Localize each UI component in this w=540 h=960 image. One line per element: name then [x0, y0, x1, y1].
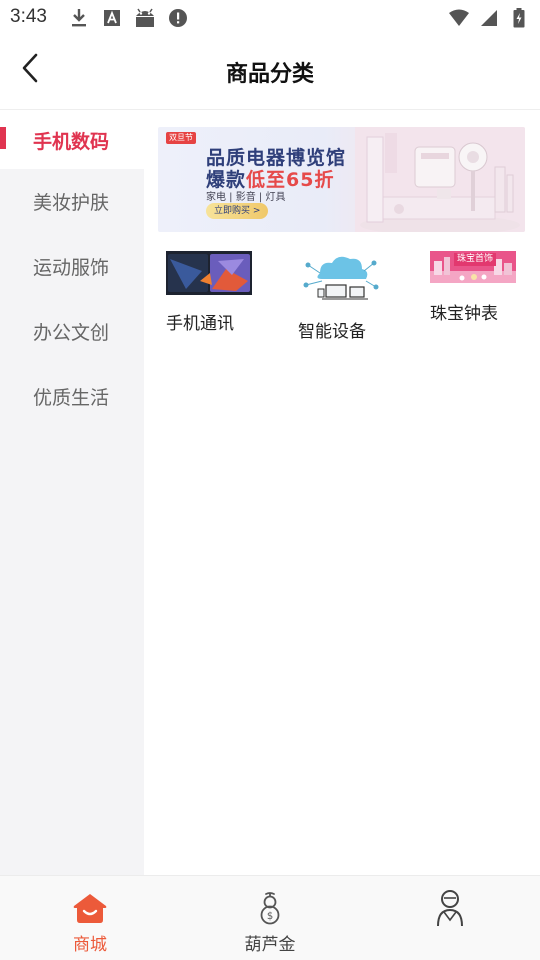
promo-banner[interactable]: 双旦节 品质电器博览馆 爆款低至65折 家电 | 影音 | 灯具 立即购买 > — [158, 127, 525, 232]
sidebar-item-beauty-skincare[interactable]: 美妆护肤 — [0, 169, 144, 234]
category-sidebar: 手机数码 美妆护肤 运动服饰 办公文创 优质生活 — [0, 111, 144, 875]
sidebar-item-quality-life[interactable]: 优质生活 — [0, 364, 144, 429]
subcategory-phones[interactable]: 手机通讯 — [166, 251, 286, 336]
system-icons — [448, 7, 530, 29]
sidebar-item-label: 办公文创 — [33, 322, 110, 344]
banner-categories-text: 家电 | 影音 | 灯具 — [206, 192, 286, 203]
subcategory-label: 手机通讯 — [166, 314, 234, 334]
android-icon — [134, 7, 156, 29]
jewelry-image: 珠宝首饰 — [430, 251, 516, 283]
tab-mall[interactable]: 商城 — [30, 876, 150, 960]
profile-icon — [432, 890, 468, 927]
jewelry-image-text: 珠宝首饰 — [454, 253, 497, 266]
subcategory-smart-devices[interactable]: 智能设备 — [298, 251, 418, 346]
font-a-icon — [101, 7, 123, 29]
category-content: 双旦节 品质电器博览馆 爆款低至65折 家电 | 影音 | 灯具 立即购买 > — [144, 111, 540, 875]
smart-device-image — [298, 251, 384, 305]
svg-text:$: $ — [267, 911, 273, 922]
notification-icons — [68, 7, 189, 29]
tab-gourd-gold-label: 葫芦金 — [244, 935, 296, 955]
banner-buy-button[interactable]: 立即购买 > — [206, 203, 269, 219]
subcategory-label: 珠宝钟表 — [430, 304, 498, 324]
status-time: 3:43 — [10, 6, 47, 27]
subcategory-grid: 手机通讯 智能设备 珠宝首饰 珠宝钟表 — [144, 251, 540, 361]
gourd-icon: $ — [252, 890, 288, 926]
sidebar-item-label: 手机数码 — [33, 130, 110, 153]
sidebar-item-sportswear[interactable]: 运动服饰 — [0, 234, 144, 299]
sidebar-item-office-stationery[interactable]: 办公文创 — [0, 299, 144, 364]
tab-profile[interactable] — [390, 876, 510, 960]
sidebar-item-label: 优质生活 — [33, 387, 110, 409]
subcategory-label: 智能设备 — [298, 322, 366, 342]
alert-icon — [167, 7, 189, 29]
status-bar: 3:43 — [0, 0, 540, 36]
home-icon — [72, 890, 108, 926]
signal-icon — [478, 7, 500, 29]
banner-tag: 双旦节 — [166, 132, 196, 144]
tab-mall-label: 商城 — [73, 935, 107, 955]
battery-icon — [508, 7, 530, 29]
page-title: 商品分类 — [225, 62, 314, 87]
sidebar-item-label: 美妆护肤 — [33, 192, 110, 214]
subcategory-jewelry-watches[interactable]: 珠宝首饰 珠宝钟表 — [430, 251, 540, 326]
bottom-navigation: 商城 $ 葫芦金 — [0, 875, 540, 960]
appliance-scene-image — [355, 127, 525, 232]
page-header: 商品分类 — [0, 36, 540, 110]
tab-gourd-gold[interactable]: $ 葫芦金 — [210, 876, 330, 960]
phone-image — [166, 251, 252, 295]
sidebar-item-phones-digital[interactable]: 手机数码 — [0, 111, 144, 169]
download-icon — [68, 7, 90, 29]
sidebar-item-label: 运动服饰 — [33, 257, 110, 279]
wifi-icon — [448, 7, 470, 29]
